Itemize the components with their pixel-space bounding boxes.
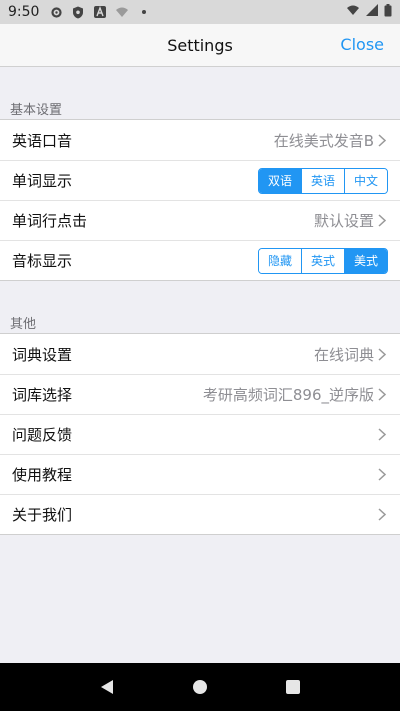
segment-hidden[interactable]: 隐藏 [259,248,301,273]
segment-chinese[interactable]: 中文 [344,168,387,193]
wifi-icon [346,4,360,20]
back-icon[interactable] [95,675,119,699]
row-label: 英语口音 [12,131,73,150]
segment-american[interactable]: 美式 [344,248,387,273]
row-word-display: 单词显示 双语 英语 中文 [0,160,400,200]
row-label: 音标显示 [12,252,73,270]
segment-bilingual[interactable]: 双语 [259,168,301,193]
row-label: 问题反馈 [12,426,73,444]
status-time: 9:50 [8,4,40,20]
row-wordbank-select[interactable]: 词库选择 考研高频词汇896_逆序版 [0,374,400,414]
segment-british[interactable]: 英式 [301,248,344,273]
home-icon[interactable] [188,675,212,699]
row-word-click[interactable]: 单词行点击 默认设置 [0,200,400,240]
settings-group-other: 词典设置 在线词典 词库选择 考研高频词汇896_逆序版 问题反馈 使用教程 关… [0,333,400,535]
page-title: Settings [167,35,233,55]
row-value: 在线词典 [313,345,374,364]
shield-status-icon [71,5,85,19]
status-bar: 9:50 [0,0,400,24]
segment-english[interactable]: 英语 [301,168,344,193]
row-label: 单词显示 [12,172,73,190]
row-dictionary-settings[interactable]: 词典设置 在线词典 [0,334,400,374]
row-about-us[interactable]: 关于我们 [0,494,400,534]
dot-icon [137,5,151,19]
row-tutorial[interactable]: 使用教程 [0,454,400,494]
row-value: 默认设置 [313,212,374,230]
row-value: 在线美式发音B [273,131,374,150]
signal-icon [366,4,378,20]
row-label: 词典设置 [12,345,73,364]
battery-icon [384,3,392,21]
wifi-off-icon [115,5,129,19]
row-phonetic-display: 音标显示 隐藏 英式 美式 [0,240,400,280]
row-label: 使用教程 [12,466,73,484]
chevron-right-icon [378,468,388,482]
section-header-basic: 基本设置 [10,103,63,118]
row-feedback[interactable]: 问题反馈 [0,414,400,454]
row-label: 单词行点击 [12,212,88,230]
a-status-icon [93,5,107,19]
nav-bar: Settings Close [0,24,400,67]
chevron-right-icon [378,388,388,402]
row-value: 考研高频词汇896_逆序版 [202,386,374,404]
row-accent[interactable]: 英语口音 在线美式发音B [0,120,400,160]
chevron-right-icon [378,347,388,361]
chevron-right-icon [378,214,388,228]
chevron-right-icon [378,428,388,442]
system-nav-bar [0,663,400,711]
phonetic-segmented-control: 隐藏 英式 美式 [258,247,388,274]
chevron-right-icon [378,508,388,522]
settings-group-basic: 英语口音 在线美式发音B 单词显示 双语 英语 中文 单词行点击 默认设置 音标… [0,119,400,281]
close-button[interactable]: Close [340,24,384,66]
settings-status-icon [49,5,63,19]
row-label: 关于我们 [12,506,73,524]
section-header-other: 其他 [10,317,37,332]
word-display-segmented-control: 双语 英语 中文 [258,167,388,194]
row-label: 词库选择 [12,386,73,404]
chevron-right-icon [378,133,388,147]
recents-icon[interactable] [281,675,305,699]
